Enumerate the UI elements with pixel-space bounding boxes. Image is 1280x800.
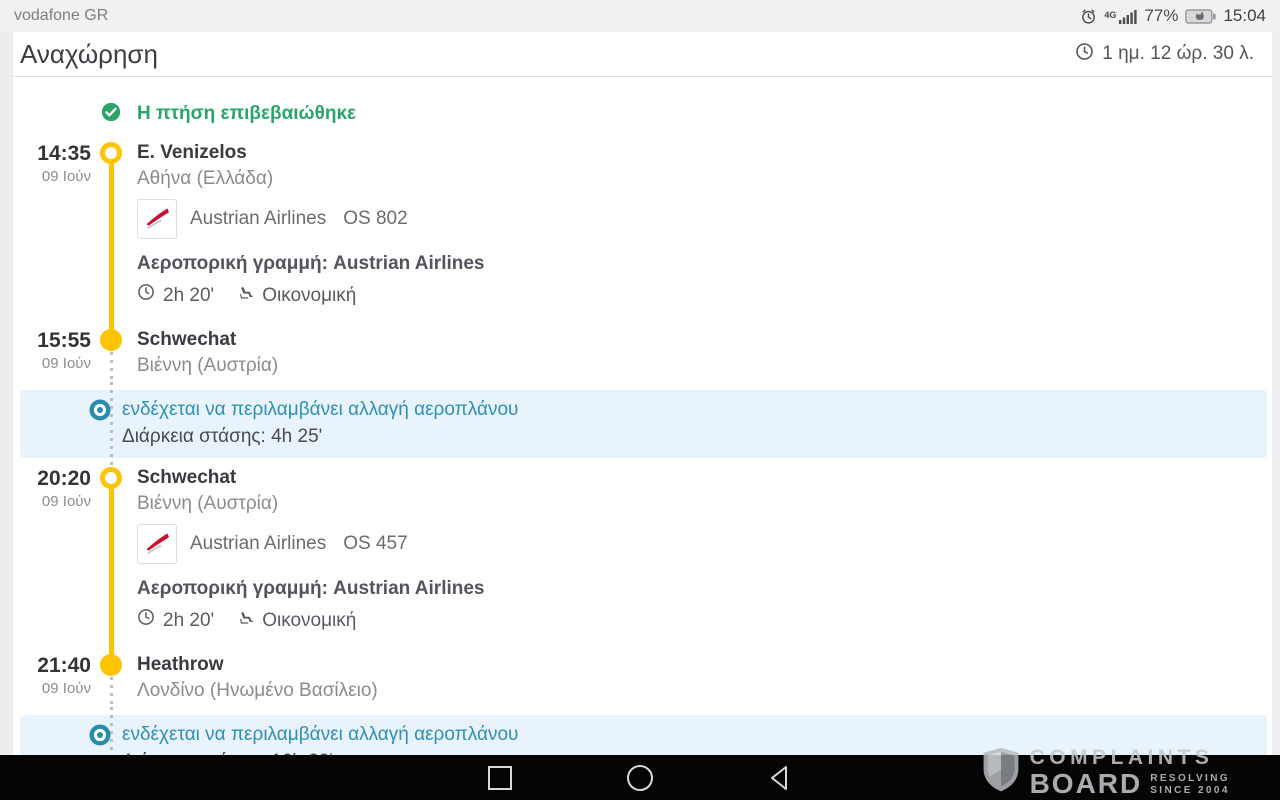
arrival-marker-icon [100,654,122,676]
carrier-label: vodafone GR [14,7,108,25]
timeline-stop-departure-vienna: 20:20 09 Ιούν Schwechat Βιέννη (Αυστρία) [13,462,1272,520]
plane-change-notice[interactable]: ενδέχεται να περιλαμβάνει αλλαγή αεροπλά… [122,721,1257,748]
status-icons: 4G 77% 15:04 [1080,6,1266,26]
back-button[interactable] [765,763,795,793]
departure-marker-icon [100,467,122,489]
home-button[interactable] [625,763,655,793]
flight-segment-1: Austrian Airlines OS 802 Αεροπορική γραμ… [13,195,1272,324]
cabin-class: Οικονομική [262,282,356,310]
cabin-class: Οικονομική [262,607,356,635]
airport-name: Heathrow [137,649,1272,678]
total-duration: 1 ημ. 12 ώρ. 30 λ. [1075,42,1254,67]
timeline-line-solid [109,195,114,324]
flight-number: OS 802 [343,208,407,230]
status-bar: vodafone GR 4G 77% 15:04 [0,0,1280,32]
plane-change-icon [89,724,111,751]
check-circle-icon [101,102,121,127]
layover-notice-box[interactable]: ενδέχεται να περιλαμβάνει αλλαγή αεροπλά… [20,715,1267,755]
timeline-stop-arrival-heathrow: 21:40 09 Ιούν Heathrow Λονδίνο (Ηνωμένο … [13,649,1272,707]
stop-date: 09 Ιούν [13,354,91,374]
battery-percent-label: 77% [1144,6,1178,26]
timeline-stop-departure: 14:35 09 Ιούν E. Venizelos Αθήνα (Ελλάδα… [13,137,1272,195]
flight-duration: 2h 20' [163,282,214,310]
airport-city: Αθήνα (Ελλάδα) [137,166,1272,192]
recents-button[interactable] [485,763,515,793]
airline-logo-icon [137,199,177,239]
stop-time: 20:20 [13,466,91,492]
plane-change-icon [89,399,111,426]
stop-date: 09 Ιούν [13,492,91,512]
right-gutter [1272,32,1280,755]
airline-row-label: Αεροπορική γραμμή: Austrian Airlines [137,250,1272,278]
left-gutter [0,32,13,755]
flight-confirmed-row: Η πτήση επιβεβαιώθηκε [13,97,1272,131]
seat-icon [238,607,254,635]
timeline-stop-arrival-vienna: 15:55 09 Ιούν Schwechat Βιέννη (Αυστρία) [13,324,1272,382]
layover-section-1: ενδέχεται να περιλαμβάνει αλλαγή αεροπλά… [13,382,1272,462]
header: Αναχώρηση 1 ημ. 12 ώρ. 30 λ. [0,32,1280,77]
layover-duration: Διάρκεια στάσης: 16h 20' [122,748,1257,755]
airport-city: Βιέννη (Αυστρία) [137,353,1272,379]
alarm-icon [1080,8,1097,25]
flight-number: OS 457 [343,533,407,555]
plane-change-notice[interactable]: ενδέχεται να περιλαμβάνει αλλαγή αεροπλά… [122,396,1257,423]
flight-segment-2: Austrian Airlines OS 457 Αεροπορική γραμ… [13,520,1272,649]
layover-duration: Διάρκεια στάσης: 4h 25' [122,423,1257,450]
flight-duration: 2h 20' [163,607,214,635]
itinerary-timeline: Η πτήση επιβεβαιώθηκε 14:35 09 Ιούν E. V… [13,77,1272,755]
battery-icon [1185,9,1216,24]
airport-name: Schwechat [137,462,1272,491]
stop-date: 09 Ιούν [13,167,91,187]
airport-city: Βιέννη (Αυστρία) [137,491,1272,517]
android-nav-bar [0,755,1280,800]
layover-notice-box[interactable]: ενδέχεται να περιλαμβάνει αλλαγή αεροπλά… [20,390,1267,458]
clock-icon [1075,42,1094,67]
airline-row-label: Αεροπορική γραμμή: Austrian Airlines [137,575,1272,603]
airport-name: E. Venizelos [137,137,1272,166]
signal-icon [1119,9,1137,24]
network-type-label: 4G [1104,6,1116,20]
arrival-marker-icon [100,329,122,351]
clock-icon [137,282,155,310]
airport-name: Schwechat [137,324,1272,353]
clock-icon [137,607,155,635]
seat-icon [238,282,254,310]
stop-time: 14:35 [13,141,91,167]
airline-logo-icon [137,524,177,564]
airline-name: Austrian Airlines [190,533,326,555]
stop-date: 09 Ιούν [13,679,91,699]
airline-name: Austrian Airlines [190,208,326,230]
timeline-line-solid [109,520,114,649]
stop-time: 15:55 [13,328,91,354]
total-duration-label: 1 ημ. 12 ώρ. 30 λ. [1102,43,1254,65]
departure-marker-icon [100,142,122,164]
airport-city: Λονδίνο (Ηνωμένο Βασίλειο) [137,678,1272,704]
stop-time: 21:40 [13,653,91,679]
status-time-label: 15:04 [1223,6,1266,26]
layover-section-2: ενδέχεται να περιλαμβάνει αλλαγή αεροπλά… [13,707,1272,755]
flight-confirmed-label: Η πτήση επιβεβαιώθηκε [137,103,356,125]
page-title: Αναχώρηση [20,39,158,70]
